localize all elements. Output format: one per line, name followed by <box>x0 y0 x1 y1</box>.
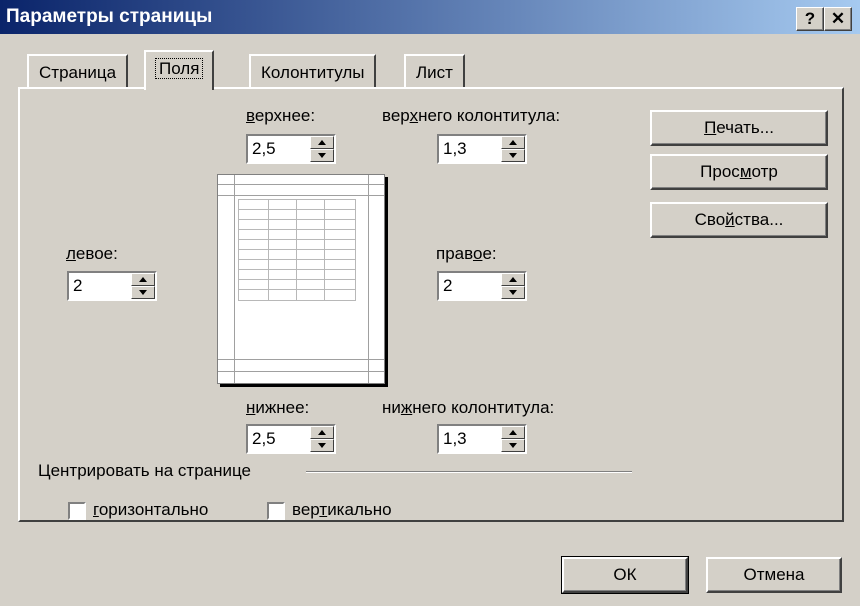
preview-left-margin-line <box>234 175 235 383</box>
group-divider <box>306 471 632 473</box>
preview-bottom-margin-line <box>218 359 384 360</box>
right-margin-label: правое: <box>436 244 497 263</box>
spin-up-arrow-icon[interactable] <box>501 136 525 149</box>
footer-margin-value[interactable]: 1,3 <box>443 429 467 449</box>
spin-down-arrow-icon[interactable] <box>131 286 155 299</box>
spin-down-arrow-icon[interactable] <box>501 149 525 162</box>
spin-down-arrow-icon[interactable] <box>310 149 334 162</box>
preview-top-margin-line <box>218 195 384 196</box>
center-on-page-group-label: Центрировать на странице <box>38 461 251 480</box>
spin-up-arrow-icon[interactable] <box>131 273 155 286</box>
top-margin-label: верхнее: <box>246 106 316 125</box>
bottom-margin-label: нижнее: <box>246 398 310 417</box>
cancel-button[interactable]: Отмена <box>706 557 842 593</box>
spin-up-arrow-icon[interactable] <box>310 426 334 439</box>
top-margin-value[interactable]: 2,5 <box>252 139 276 159</box>
header-margin-label: верхнего колонтитула: <box>382 106 561 125</box>
preview-table-grid <box>238 199 356 301</box>
horizontal-checkbox[interactable] <box>68 502 86 520</box>
preview-header-line <box>218 184 384 185</box>
panel-content: верхнее: 2,5 верхнего колонтитула: 1,3 л… <box>0 0 860 606</box>
page-preview <box>217 174 385 384</box>
bottom-margin-value[interactable]: 2,5 <box>252 429 276 449</box>
header-margin-value[interactable]: 1,3 <box>443 139 467 159</box>
ok-button[interactable]: ОК <box>561 556 689 594</box>
left-margin-value[interactable]: 2 <box>73 276 82 296</box>
spin-down-arrow-icon[interactable] <box>310 439 334 452</box>
footer-margin-label: нижнего колонтитула: <box>382 398 555 417</box>
spin-down-arrow-icon[interactable] <box>501 439 525 452</box>
preview-footer-line <box>218 371 384 372</box>
header-margin-spinner[interactable]: 1,3 <box>437 134 527 164</box>
preview-button[interactable]: Просмотр <box>650 154 828 190</box>
page-setup-dialog: Параметры страницы ? ✕ Страница Поля Кол… <box>0 0 860 606</box>
left-margin-spinner[interactable]: 2 <box>67 271 157 301</box>
vertical-checkbox-label[interactable]: вертикально <box>292 500 392 520</box>
spin-down-arrow-icon[interactable] <box>501 286 525 299</box>
vertical-checkbox[interactable] <box>267 502 285 520</box>
right-margin-value[interactable]: 2 <box>443 276 452 296</box>
print-button[interactable]: Печать... <box>650 110 828 146</box>
properties-button[interactable]: Свойства... <box>650 202 828 238</box>
left-margin-label: левое: <box>66 244 118 263</box>
right-margin-spinner[interactable]: 2 <box>437 271 527 301</box>
spin-up-arrow-icon[interactable] <box>501 273 525 286</box>
spin-up-arrow-icon[interactable] <box>501 426 525 439</box>
top-margin-spinner[interactable]: 2,5 <box>246 134 336 164</box>
spin-up-arrow-icon[interactable] <box>310 136 334 149</box>
horizontal-checkbox-label[interactable]: горизонтально <box>93 500 208 520</box>
preview-right-margin-line <box>368 175 369 383</box>
footer-margin-spinner[interactable]: 1,3 <box>437 424 527 454</box>
bottom-margin-spinner[interactable]: 2,5 <box>246 424 336 454</box>
